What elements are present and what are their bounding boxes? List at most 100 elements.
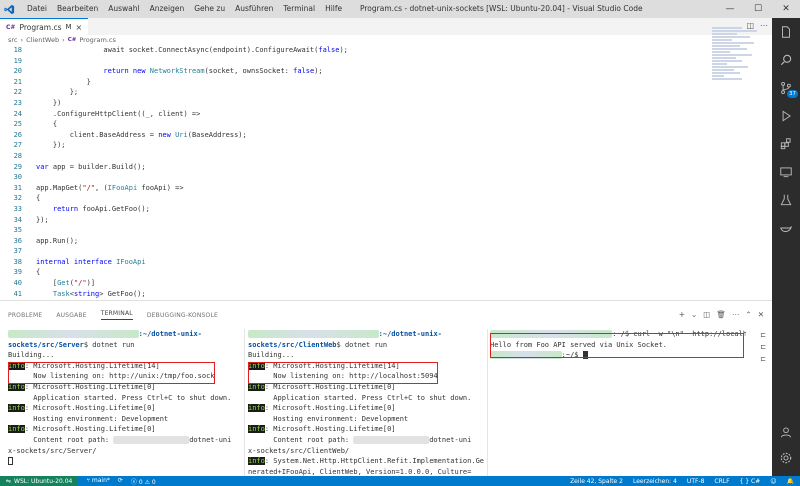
maximize-button[interactable]: ☐ <box>744 0 772 18</box>
terminal-list-item[interactable]: ⊏ <box>754 329 772 341</box>
breadcrumb-item[interactable]: src <box>8 36 18 44</box>
code-line[interactable]: 28 <box>0 151 772 162</box>
menu-item[interactable]: Hilfe <box>320 0 347 18</box>
code-token: ); <box>314 67 323 76</box>
code-line[interactable]: 39 { <box>0 267 772 278</box>
terminal-client[interactable]: xxxxxxxxxxxxxxxxxxxxxxxxxxxxxxx:~/dotnet… <box>248 329 484 477</box>
code-editor[interactable]: 18 await socket.ConnectAsync(endpoint).C… <box>0 45 772 308</box>
code-line[interactable]: 20 return new NetworkStream(socket, owns… <box>0 66 772 77</box>
terminal-list-item[interactable]: ⊏ <box>754 341 772 353</box>
run-debug-icon[interactable] <box>772 102 800 130</box>
menu-item[interactable]: Datei <box>22 0 52 18</box>
prompt-path: sockets/src/ClientWeb <box>248 340 337 349</box>
tab-terminal[interactable]: TERMINAL <box>100 310 133 320</box>
indentation[interactable]: Leerzeichen: 4 <box>633 478 677 485</box>
code-line[interactable]: 18 await socket.ConnectAsync(endpoint).C… <box>0 45 772 56</box>
line-number: 35 <box>13 226 22 235</box>
more-actions-icon[interactable]: ⋯ <box>732 310 740 319</box>
log-level-badge: info <box>248 382 265 391</box>
tab-output[interactable]: AUSGABE <box>56 312 86 319</box>
close-tab-icon[interactable]: × <box>76 23 83 32</box>
terminal-text: : Microsoft.Hosting.Lifetime[0] <box>24 382 156 391</box>
cursor-position[interactable]: Zeile 42, Spalte 2 <box>570 478 623 485</box>
split-terminal-icon[interactable]: ◫ <box>703 310 710 319</box>
code-line[interactable]: 22 }; <box>0 87 772 98</box>
sync-icon[interactable]: ⟳ <box>118 477 123 486</box>
code-line[interactable]: 41 Task<string> GetFoo(); <box>0 289 772 300</box>
problems-status[interactable]: ⓧ 0 ⚠ 0 <box>131 477 156 486</box>
code-line[interactable]: 35 <box>0 225 772 236</box>
accounts-icon[interactable] <box>772 418 800 446</box>
branch-status[interactable]: ⑂ main* <box>86 477 110 486</box>
source-control-icon[interactable]: 37 <box>772 74 800 102</box>
code-line[interactable]: 31 app.MapGet("/", (IFooApi fooApi) => <box>0 183 772 194</box>
feedback-icon[interactable]: ☺ <box>770 478 776 485</box>
manage-gear-icon[interactable] <box>772 444 800 472</box>
code-line[interactable]: 23 }) <box>0 98 772 109</box>
language-label: C# <box>751 477 761 485</box>
code-line[interactable]: 40 [Get("/")] <box>0 278 772 289</box>
menu-item[interactable]: Auswahl <box>103 0 144 18</box>
remote-explorer-icon[interactable] <box>772 158 800 186</box>
close-icon[interactable]: ✕ <box>758 310 764 319</box>
menu-item[interactable]: Ausführen <box>230 0 278 18</box>
close-button[interactable]: ✕ <box>772 0 800 18</box>
code-token: Get <box>57 279 70 288</box>
prompt: :~/dotnet-unix- <box>138 330 202 338</box>
tab-debug-console[interactable]: DEBUGGING-KONSOLE <box>147 312 218 319</box>
remote-indicator[interactable]: ⇋ WSL: Ubuntu-20.04 <box>0 476 79 486</box>
terminal-divider[interactable] <box>244 329 245 477</box>
code-line[interactable]: 25 { <box>0 119 772 130</box>
terminal-text: dotnet-uni <box>189 435 232 444</box>
terminal-divider[interactable] <box>487 329 488 477</box>
tab-problems[interactable]: PROBLEME <box>8 312 42 319</box>
code-line[interactable]: 32 { <box>0 193 772 204</box>
end-of-line[interactable]: CRLF <box>714 478 729 485</box>
code-line[interactable]: 26 client.BaseAddress = new Uri(BaseAddr… <box>0 130 772 141</box>
testing-icon[interactable] <box>772 186 800 214</box>
code-line[interactable]: 37 <box>0 246 772 257</box>
menu-item[interactable]: Gehe zu <box>189 0 230 18</box>
tab-program-cs[interactable]: C# Program.cs M × <box>0 18 89 35</box>
code-token: [ <box>36 279 58 288</box>
minimap[interactable] <box>712 26 772 146</box>
code-line[interactable]: 38 internal interface IFooApi <box>0 257 772 268</box>
minimize-button[interactable]: — <box>716 0 744 18</box>
terminal-line: sockets/src/ClientWeb$ dotnet run <box>248 340 484 351</box>
code-token: (BaseAddress); <box>187 130 247 139</box>
extensions-icon[interactable] <box>772 130 800 158</box>
docker-icon[interactable] <box>772 214 800 242</box>
bell-icon[interactable]: 🔔 <box>787 478 794 485</box>
code-line[interactable]: 24 .ConfigureHttpClient((_, client) => <box>0 109 772 120</box>
breadcrumb-item[interactable]: ClientWeb <box>26 36 59 44</box>
log-level-badge: info <box>8 382 25 391</box>
menu-item[interactable]: Anzeigen <box>145 0 190 18</box>
menu-item[interactable]: Bearbeiten <box>52 0 103 18</box>
encoding[interactable]: UTF-8 <box>687 478 705 485</box>
code-line[interactable]: 27 }); <box>0 140 772 151</box>
terminal-list-item[interactable]: ⊏ <box>754 353 772 365</box>
code-line[interactable]: 36 app.Run(); <box>0 236 772 247</box>
breadcrumb-item[interactable]: Program.cs <box>79 36 115 44</box>
code-line[interactable]: 19 <box>0 56 772 67</box>
code-line[interactable]: 34}); <box>0 215 772 226</box>
warning-icon: ⚠ <box>144 478 152 486</box>
breadcrumb: src › ClientWeb › C# Program.cs <box>0 35 772 45</box>
menu-item[interactable]: Terminal <box>278 0 320 18</box>
code-line[interactable]: 29 var app = builder.Build(); <box>0 162 772 173</box>
language-mode[interactable]: { } C# <box>740 478 761 485</box>
trash-icon[interactable]: 🗑 <box>716 310 726 319</box>
new-terminal-icon[interactable]: + <box>679 310 685 319</box>
csharp-file-icon: C# <box>67 37 77 43</box>
search-icon[interactable] <box>772 46 800 74</box>
explorer-icon[interactable] <box>772 18 800 46</box>
log-level-badge: info <box>8 404 25 413</box>
terminal-server[interactable]: xxxxxxxxxxxxxxxxxxxxxxxxxxxxxxx:~/dotnet… <box>8 329 240 477</box>
chevron-up-icon[interactable]: ⌃ <box>745 310 751 319</box>
code-line[interactable]: 21 } <box>0 77 772 88</box>
command: $ dotnet run <box>83 340 135 349</box>
code-line[interactable]: 30 <box>0 172 772 183</box>
chevron-down-icon[interactable]: ⌄ <box>691 310 697 319</box>
code-line[interactable]: 33 return fooApi.GetFoo(); <box>0 204 772 215</box>
redacted-user: xxxxxxxxxxxxxxxxxxxxxxxxxxxxxxx <box>248 330 379 338</box>
